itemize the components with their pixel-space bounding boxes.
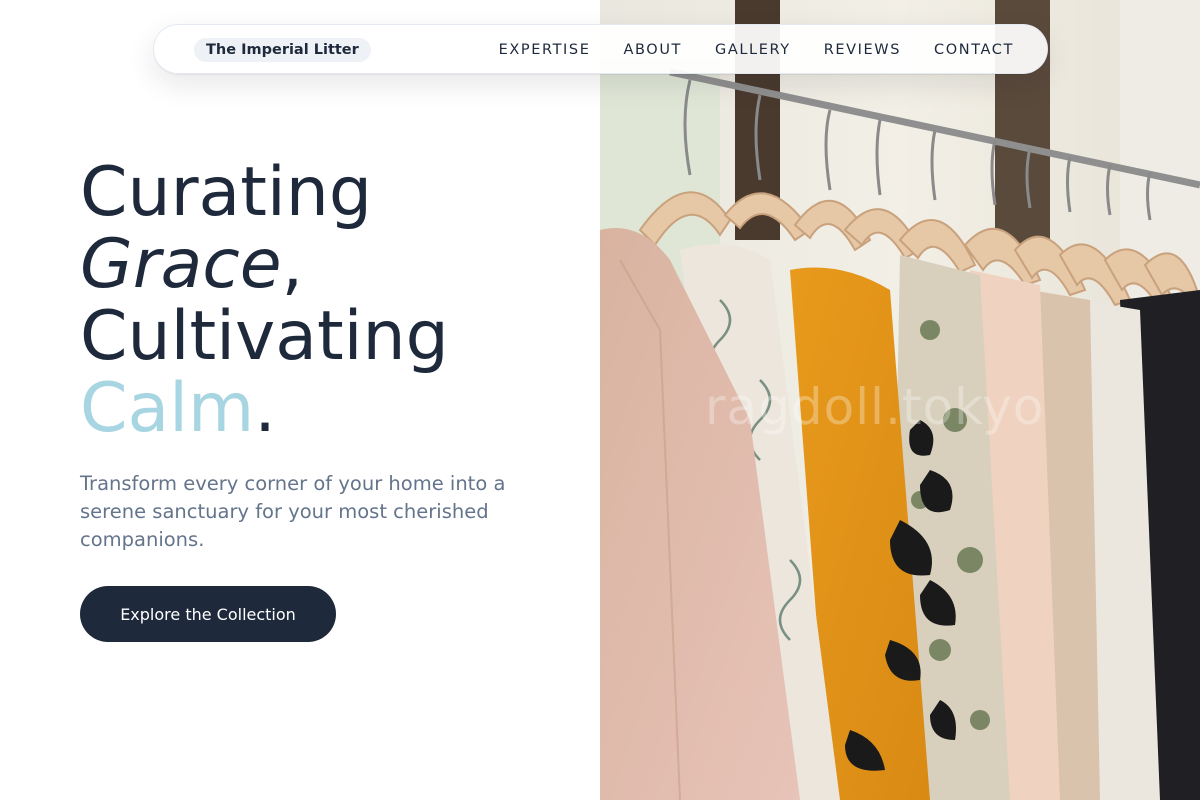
nav-link-expertise[interactable]: EXPERTISE xyxy=(499,42,591,58)
top-navigation-bar: The Imperial Litter EXPERTISE ABOUT GALL… xyxy=(153,24,1048,74)
headline-calm-word: Calm xyxy=(80,369,255,448)
headline-line-3: Cultivating xyxy=(80,297,449,376)
brand-logo[interactable]: The Imperial Litter xyxy=(194,38,371,62)
nav-link-gallery[interactable]: GALLERY xyxy=(715,42,791,58)
hero-headline: Curating Grace, Cultivating Calm. xyxy=(80,157,449,445)
headline-line-2: Grace, xyxy=(80,229,449,301)
headline-line-4: Calm. xyxy=(80,373,449,445)
explore-collection-button[interactable]: Explore the Collection xyxy=(80,586,336,642)
nav-links: EXPERTISE ABOUT GALLERY REVIEWS CONTACT xyxy=(499,25,1014,75)
headline-grace-word: Grace xyxy=(80,225,282,304)
nav-link-about[interactable]: ABOUT xyxy=(624,42,683,58)
hero-photo: ragdoll.tokyo xyxy=(600,0,1200,800)
photo-watermark: ragdoll.tokyo xyxy=(705,378,1045,436)
headline-line-1: Curating xyxy=(80,153,373,232)
hero-subtitle: Transform every corner of your home into… xyxy=(80,472,506,551)
headline-comma: , xyxy=(281,225,304,304)
nav-link-contact[interactable]: CONTACT xyxy=(934,42,1014,58)
headline-period: . xyxy=(254,369,276,448)
nav-link-reviews[interactable]: REVIEWS xyxy=(824,42,901,58)
